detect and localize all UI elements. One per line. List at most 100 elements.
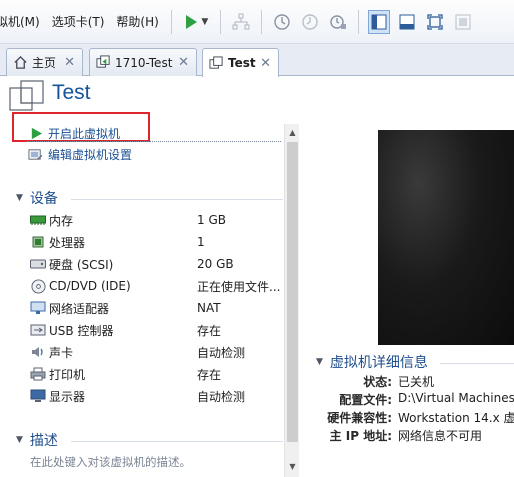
tab-1710-test[interactable]: 1710-Test ✕ <box>89 48 197 76</box>
menu-tabs[interactable]: 选项卡(T) <box>46 10 111 34</box>
revert-snapshot-button[interactable] <box>299 10 321 34</box>
vm-icon <box>96 55 110 68</box>
details-key: 配置文件: <box>339 393 392 407</box>
send-keys-button[interactable] <box>230 10 252 34</box>
cd-dvd-icon <box>30 278 46 294</box>
memory-icon <box>30 212 46 228</box>
power-on-label: 开启此虚拟机 <box>48 126 121 141</box>
library-panel-icon <box>371 14 387 29</box>
display-icon <box>30 388 46 404</box>
device-value: 1 GB <box>197 213 226 227</box>
unity-button[interactable] <box>452 10 474 34</box>
device-value: 自动检测 <box>197 345 246 360</box>
menu-help[interactable]: 帮助(H) <box>110 10 164 34</box>
device-name: 声卡 <box>49 345 74 360</box>
scroll-up-arrow-icon[interactable]: ▲ <box>285 126 300 140</box>
toolbar-separator <box>357 9 359 34</box>
device-name: 打印机 <box>49 367 86 382</box>
tab-home[interactable]: 主页 ✕ <box>6 48 83 76</box>
details-key: 硬件兼容性: <box>327 411 392 425</box>
chevron-down-icon[interactable]: ▼ <box>201 17 208 27</box>
clock-back-icon <box>302 13 318 30</box>
description-section-header[interactable]: ▼ 描述 <box>16 430 58 450</box>
show-library-button[interactable] <box>367 9 390 34</box>
network-tree-icon <box>232 13 250 29</box>
device-row-usb[interactable]: USB 控制器 存在 <box>30 320 285 340</box>
device-name: CD/DVD (IDE) <box>49 279 131 293</box>
device-name: 网络适配器 <box>49 301 110 316</box>
devices-heading: 设备 <box>29 191 58 207</box>
play-icon <box>31 127 43 139</box>
devices-section-header[interactable]: ▼ 设备 <box>16 188 58 208</box>
cpu-icon <box>30 234 46 250</box>
collapse-triangle-icon[interactable]: ▼ <box>16 435 23 445</box>
device-row-display[interactable]: 显示器 自动检测 <box>30 386 285 406</box>
device-row-network[interactable]: 网络适配器 NAT <box>30 298 285 318</box>
network-icon <box>30 300 46 316</box>
toolbar-separator <box>170 9 172 34</box>
power-on-button[interactable]: ▼ <box>181 10 211 34</box>
device-row-hard-disk[interactable]: 硬盘 (SCSI) 20 GB <box>30 254 285 274</box>
scroll-thumb[interactable] <box>287 142 298 442</box>
description-heading: 描述 <box>29 433 58 449</box>
page-title: Test <box>52 81 91 104</box>
close-icon[interactable]: ✕ <box>260 56 271 71</box>
device-value: 正在使用文件... <box>197 279 281 294</box>
details-value: 网络信息不可用 <box>398 429 483 443</box>
tab-strip: 主页 ✕ 1710-Test ✕ Test ✕ <box>0 44 514 77</box>
settings-icon <box>28 148 43 160</box>
menu-toolbar: 拟机(M) 选项卡(T) 帮助(H) ▼ <box>0 0 514 44</box>
device-value: NAT <box>197 301 221 315</box>
power-on-vm-link[interactable]: 开启此虚拟机 <box>30 123 120 143</box>
menu-vm[interactable]: 拟机(M) <box>0 10 46 34</box>
scroll-down-arrow-icon[interactable]: ▼ <box>285 460 300 474</box>
snapshot-manager-button[interactable] <box>327 10 349 34</box>
device-value: 存在 <box>197 367 222 382</box>
section-divider <box>71 441 283 442</box>
vm-screen-preview[interactable] <box>378 130 514 345</box>
device-name: 处理器 <box>49 235 86 250</box>
fullscreen-button[interactable] <box>424 10 446 34</box>
vm-icon <box>209 55 223 69</box>
edit-settings-label: 编辑虚拟机设置 <box>48 147 133 162</box>
tab-test[interactable]: Test ✕ <box>202 48 279 77</box>
focus-dotted-line <box>27 141 281 142</box>
close-icon[interactable]: ✕ <box>178 55 189 70</box>
collapse-triangle-icon[interactable]: ▼ <box>316 357 323 367</box>
device-name: USB 控制器 <box>49 323 114 338</box>
thumbnail-panel-icon <box>399 14 415 29</box>
details-value: Workstation 14.x 虚 <box>398 411 514 425</box>
device-value: 存在 <box>197 323 222 338</box>
home-icon <box>14 55 27 69</box>
play-icon <box>186 14 198 29</box>
device-row-cd-dvd[interactable]: CD/DVD (IDE) 正在使用文件... <box>30 276 285 296</box>
device-name: 硬盘 (SCSI) <box>49 257 114 272</box>
device-row-cpu[interactable]: 处理器 1 <box>30 232 285 252</box>
usb-icon <box>30 322 46 338</box>
vm-large-icon <box>9 80 44 111</box>
edit-vm-settings-link[interactable]: 编辑虚拟机设置 <box>28 144 132 164</box>
fullscreen-icon <box>427 13 443 30</box>
section-divider <box>440 363 514 364</box>
details-value: D:\Virtual Machines\ <box>398 391 514 405</box>
device-row-sound[interactable]: 声卡 自动检测 <box>30 342 285 362</box>
device-value: 20 GB <box>197 257 234 271</box>
left-panel-scrollbar[interactable]: ▲ ▼ <box>284 124 299 477</box>
snapshot-button[interactable] <box>271 10 293 34</box>
device-row-printer[interactable]: 打印机 存在 <box>30 364 285 384</box>
vm-details-header[interactable]: ▼ 虚拟机详细信息 <box>316 352 428 372</box>
printer-icon <box>30 366 46 382</box>
toolbar-separator <box>260 9 262 34</box>
details-value: 已关机 <box>398 375 435 389</box>
description-placeholder[interactable]: 在此处键入对该虚拟机的描述。 <box>30 454 191 470</box>
device-name: 内存 <box>49 213 74 228</box>
hard-disk-icon <box>30 256 46 272</box>
collapse-triangle-icon[interactable]: ▼ <box>16 193 23 203</box>
tab-label: Test <box>228 56 256 70</box>
thumbnail-bar-button[interactable] <box>396 10 418 34</box>
close-icon[interactable]: ✕ <box>64 55 75 70</box>
device-name: 显示器 <box>49 389 86 404</box>
clock-manager-icon <box>330 14 346 29</box>
device-row-memory[interactable]: 内存 1 GB <box>30 210 285 230</box>
toolbar-separator <box>219 9 221 34</box>
